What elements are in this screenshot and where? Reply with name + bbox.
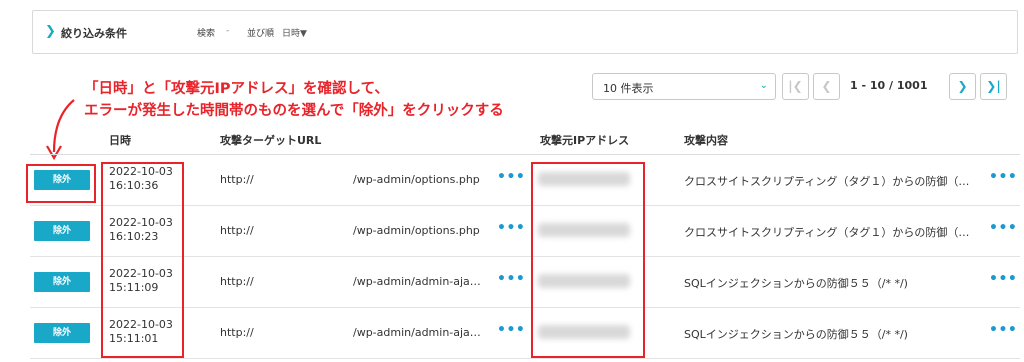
chevron-down-icon: ⌄ [759,80,768,91]
exclude-button[interactable]: 除外 [34,272,90,292]
more-icon[interactable]: ••• [989,322,1017,338]
more-icon[interactable]: ••• [497,169,525,185]
annotation-line-1: 「日時」と「攻撃元IPアドレス」を確認して、 [84,81,389,97]
col-header-url[interactable]: 攻撃ターゲットURL [220,132,321,148]
row-attack: SQLインジェクションからの防御５５（/* */) [684,328,908,341]
prev-page-button[interactable]: ❮ [813,73,840,100]
row-url-path: /wp-admin/options.php [353,224,480,237]
sort-value[interactable]: 日時▼ [282,26,307,39]
more-icon[interactable]: ••• [989,220,1017,236]
row-url-host: http:// [220,173,254,186]
sort-label: 並び順 [247,29,275,39]
chevron-right-icon[interactable]: ❯ [45,24,56,39]
row-url-host: http:// [220,275,254,288]
row-url-host: http:// [220,224,254,237]
first-page-button[interactable]: |❮ [782,73,809,100]
search-value: - [226,26,230,36]
row-attack: クロスサイトスクリプティング（タグ１）からの防御（… [684,226,970,239]
per-page-value: 10 件表示 [603,82,654,95]
col-header-ip[interactable]: 攻撃元IPアドレス [540,132,629,148]
row-attack: SQLインジェクションからの防御５５（/* */) [684,277,908,290]
col-header-attack[interactable]: 攻撃内容 [684,132,728,148]
per-page-select[interactable]: 10 件表示 ⌄ [592,73,776,100]
page-info: 1 - 10 / 1001 [850,79,928,92]
row-url-path: /wp-admin/options.php [353,173,480,186]
exclude-button[interactable]: 除外 [34,221,90,241]
highlight-exclude-button [26,164,96,203]
exclude-button[interactable]: 除外 [34,323,90,343]
row-url-path: /wp-admin/admin-aja… [353,326,481,339]
highlight-date-column [101,162,184,358]
annotation-callout: 「日時」と「攻撃元IPアドレス」を確認して、 エラーが発生した時間帯のものを選ん… [84,78,504,122]
more-icon[interactable]: ••• [497,220,525,236]
row-url-path: /wp-admin/admin-aja… [353,275,481,288]
filter-title[interactable]: 絞り込み条件 [61,25,127,41]
last-page-button[interactable]: ❯| [980,73,1007,100]
highlight-ip-column [531,162,645,358]
more-icon[interactable]: ••• [497,322,525,338]
row-attack: クロスサイトスクリプティング（タグ１）からの防御（… [684,175,970,188]
more-icon[interactable]: ••• [989,271,1017,287]
next-page-button[interactable]: ❯ [949,73,976,100]
col-header-date[interactable]: 日時 [109,132,131,148]
row-url-host: http:// [220,326,254,339]
search-label: 検索 [197,29,216,39]
filter-panel: ❯ 絞り込み条件 検索 - 並び順 日時▼ [32,10,1018,54]
annotation-line-2: エラーが発生した時間帯のものを選んで「除外」をクリックする [84,103,504,119]
more-icon[interactable]: ••• [497,271,525,287]
more-icon[interactable]: ••• [989,169,1017,185]
